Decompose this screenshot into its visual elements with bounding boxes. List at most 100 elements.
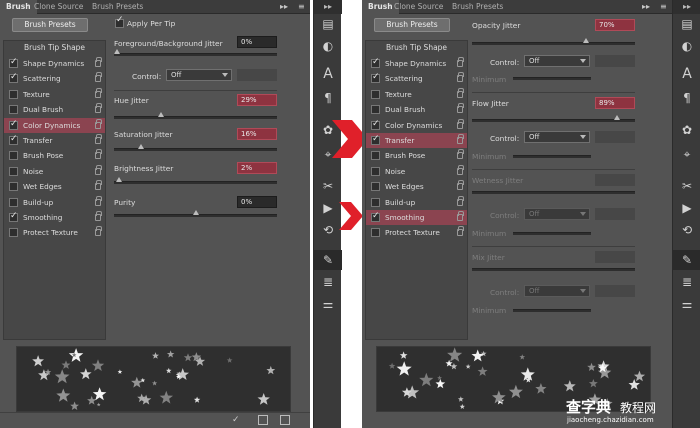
brush-option-item[interactable]: Transfer bbox=[4, 132, 105, 148]
brush-option-item[interactable]: Scattering bbox=[4, 70, 105, 86]
brush-option-item[interactable]: Dual Brush bbox=[366, 102, 467, 117]
option-checkbox[interactable] bbox=[371, 55, 380, 70]
option-checkbox[interactable] bbox=[9, 105, 18, 115]
paragraph-icon[interactable]: ¶ bbox=[314, 88, 342, 108]
brush-tip-shape-header[interactable]: Brush Tip Shape bbox=[4, 43, 105, 52]
slider-thumb[interactable] bbox=[116, 177, 122, 182]
hue-jitter-slider[interactable] bbox=[114, 112, 277, 119]
flow-control-select[interactable]: Off bbox=[524, 131, 590, 143]
option-checkbox[interactable] bbox=[9, 132, 18, 147]
lock-icon[interactable] bbox=[95, 164, 102, 175]
lock-icon[interactable] bbox=[95, 57, 102, 67]
option-checkbox[interactable] bbox=[9, 151, 18, 161]
option-checkbox[interactable] bbox=[9, 117, 18, 132]
lock-icon[interactable] bbox=[95, 103, 102, 114]
wetness-minimum-slider[interactable] bbox=[513, 232, 591, 235]
swatches-icon[interactable]: A bbox=[314, 64, 342, 84]
tab-clone-source[interactable]: Clone Source bbox=[388, 0, 449, 14]
option-checkbox[interactable] bbox=[371, 182, 380, 192]
brush-option-item[interactable]: Brush Pose bbox=[366, 148, 467, 163]
lock-icon[interactable] bbox=[457, 149, 464, 160]
brush-option-item[interactable]: Smoothing bbox=[4, 209, 105, 225]
brush-tool-icon[interactable]: ✎ bbox=[673, 250, 700, 270]
brush-tool-icon[interactable]: ✎ bbox=[314, 250, 342, 270]
saturation-jitter-slider[interactable] bbox=[114, 144, 277, 151]
brightness-jitter-value[interactable]: 2% bbox=[237, 162, 277, 174]
opacity-minimum-slider[interactable] bbox=[513, 77, 591, 80]
slider-thumb[interactable] bbox=[583, 38, 589, 43]
brush-option-item[interactable]: Wet Edges bbox=[4, 179, 105, 194]
opacity-jitter-slider[interactable] bbox=[472, 38, 635, 45]
brush-option-item[interactable]: Texture bbox=[4, 87, 105, 102]
collapse-icon[interactable]: ▸▸ bbox=[642, 0, 650, 14]
tool-presets-icon[interactable]: ✂ bbox=[314, 176, 342, 196]
lock-icon[interactable] bbox=[95, 180, 102, 191]
control-select[interactable]: Off bbox=[166, 69, 232, 81]
apply-per-tip-checkbox[interactable] bbox=[115, 15, 124, 28]
properties-icon[interactable]: ⚌ bbox=[673, 294, 700, 314]
brush-option-item[interactable]: Shape Dynamics bbox=[4, 55, 105, 71]
brush-panel-icon[interactable]: ▤ bbox=[314, 14, 342, 34]
mix-minimum-slider[interactable] bbox=[513, 309, 591, 312]
paths-icon[interactable]: ⌖ bbox=[673, 144, 700, 164]
slider-thumb[interactable] bbox=[138, 144, 144, 149]
open-preset-manager-icon[interactable] bbox=[258, 415, 268, 425]
tab-clone-source[interactable]: Clone Source bbox=[28, 0, 89, 14]
history-icon[interactable]: ⟲ bbox=[673, 220, 700, 240]
lock-icon[interactable] bbox=[457, 180, 464, 191]
panel-menu-icon[interactable]: ≡ bbox=[298, 0, 305, 14]
brush-panel-icon[interactable]: ▤ bbox=[673, 14, 700, 34]
brush-option-item[interactable]: Color Dynamics bbox=[4, 117, 105, 133]
wetness-control-select[interactable]: Off bbox=[524, 208, 590, 220]
opacity-control-select[interactable]: Off bbox=[524, 55, 590, 67]
channels-icon[interactable]: ✿ bbox=[673, 120, 700, 140]
flow-jitter-slider[interactable] bbox=[472, 115, 635, 122]
brush-option-item[interactable]: Protect Texture bbox=[366, 225, 467, 240]
flow-minimum-slider[interactable] bbox=[513, 155, 591, 158]
actions-icon[interactable]: ▶ bbox=[673, 198, 700, 218]
brush-option-item[interactable]: Brush Pose bbox=[4, 148, 105, 163]
create-new-brush-icon[interactable] bbox=[280, 415, 290, 425]
slider-thumb[interactable] bbox=[158, 112, 164, 117]
lock-icon[interactable] bbox=[95, 134, 102, 144]
paragraph-icon[interactable]: ¶ bbox=[673, 88, 700, 108]
brush-option-item[interactable]: Color Dynamics bbox=[366, 117, 467, 133]
lock-icon[interactable] bbox=[457, 226, 464, 237]
option-checkbox[interactable] bbox=[9, 166, 18, 176]
strip-collapse-icon[interactable]: ▸▸ bbox=[673, 0, 700, 14]
mix-control-select[interactable]: Off bbox=[524, 285, 590, 297]
brush-option-item[interactable]: Smoothing bbox=[366, 209, 467, 225]
fg-bg-jitter-slider[interactable] bbox=[114, 49, 277, 56]
option-checkbox[interactable] bbox=[9, 228, 18, 238]
opacity-jitter-value[interactable]: 70% bbox=[595, 19, 635, 31]
lock-icon[interactable] bbox=[95, 87, 102, 98]
option-checkbox[interactable] bbox=[9, 55, 18, 70]
option-checkbox[interactable] bbox=[371, 197, 380, 207]
option-checkbox[interactable] bbox=[371, 228, 380, 238]
option-checkbox[interactable] bbox=[9, 209, 18, 224]
brush-option-item[interactable]: Wet Edges bbox=[366, 179, 467, 194]
lock-icon[interactable] bbox=[95, 149, 102, 160]
mix-jitter-slider[interactable] bbox=[472, 268, 635, 271]
lock-icon[interactable] bbox=[95, 211, 102, 221]
swatches-icon[interactable]: A bbox=[673, 64, 700, 84]
slider-thumb[interactable] bbox=[614, 115, 620, 120]
option-checkbox[interactable] bbox=[371, 209, 380, 224]
strip-collapse-icon[interactable]: ▸▸ bbox=[314, 0, 342, 14]
brush-option-item[interactable]: Transfer bbox=[366, 132, 467, 148]
flow-jitter-value[interactable]: 89% bbox=[595, 97, 635, 109]
brush-option-item[interactable]: Build-up bbox=[366, 195, 467, 210]
slider-thumb[interactable] bbox=[114, 49, 120, 54]
saturation-jitter-value[interactable]: 16% bbox=[237, 128, 277, 140]
brush-option-item[interactable]: Noise bbox=[4, 164, 105, 179]
brush-tip-shape-header[interactable]: Brush Tip Shape bbox=[366, 43, 467, 52]
option-checkbox[interactable] bbox=[371, 132, 380, 147]
adjustments-icon[interactable]: ◐ bbox=[673, 36, 700, 56]
panel-menu-icon[interactable]: ≡ bbox=[660, 0, 667, 14]
purity-slider[interactable] bbox=[114, 210, 277, 217]
layer-comps-icon[interactable]: ≣ bbox=[673, 272, 700, 292]
option-checkbox[interactable] bbox=[371, 70, 380, 85]
brush-option-item[interactable]: Texture bbox=[366, 87, 467, 102]
option-checkbox[interactable] bbox=[371, 166, 380, 176]
lock-icon[interactable] bbox=[457, 134, 464, 144]
